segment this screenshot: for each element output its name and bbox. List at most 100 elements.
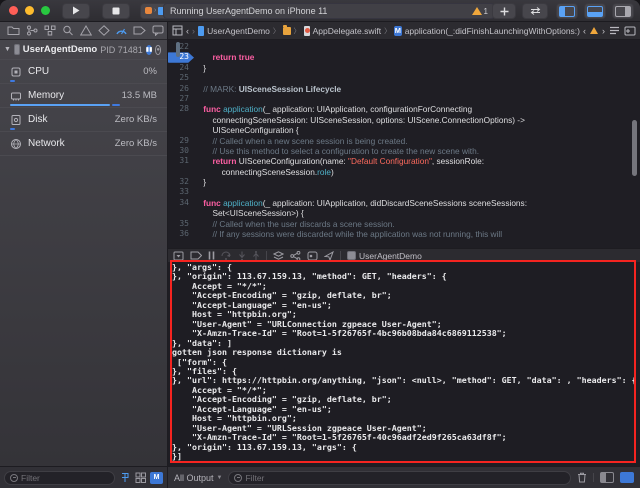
navigator-filter-field[interactable]: Filter — [4, 470, 115, 485]
code-line[interactable]: 24 } — [168, 63, 640, 73]
source-control-navigator-icon[interactable] — [24, 24, 39, 38]
disclosure-triangle-icon[interactable]: ▼ — [4, 46, 11, 53]
breadcrumb-symbol[interactable]: application(_:didFinishLaunchingWithOpti… — [405, 26, 580, 36]
stop-button[interactable] — [102, 2, 130, 19]
toggle-variables-view-icon[interactable] — [600, 472, 614, 483]
source-editor[interactable]: 22 23 return true 24 } 25 26 // MARK: UIScen… — [168, 40, 640, 248]
line-number[interactable]: 22 — [168, 42, 194, 52]
adjust-editor-options-icon[interactable] — [609, 26, 620, 35]
simulate-location-icon[interactable] — [324, 250, 334, 261]
code-line[interactable]: 31 return UISceneConfiguration(name: "De… — [168, 156, 640, 166]
report-navigator-icon[interactable] — [150, 24, 165, 38]
code-line[interactable]: 33 — [168, 187, 640, 197]
environment-overrides-icon[interactable] — [307, 251, 318, 261]
code-line[interactable]: 25 — [168, 73, 640, 83]
process-options-icon[interactable]: ● — [155, 44, 161, 55]
run-button[interactable] — [62, 2, 90, 19]
line-number[interactable]: 27 — [168, 94, 194, 104]
code-line[interactable]: 28 func application(_ application: UIApp… — [168, 104, 640, 114]
activity-viewer[interactable]: Running UserAgentDemo on iPhone 11 1 — [163, 3, 495, 19]
gauge-row-cpu[interactable]: CPU 0% — [0, 59, 167, 83]
process-row[interactable]: ▼ UserAgentDemo PID 71481 ▮▮ ● — [0, 40, 167, 59]
toggle-navigator-button[interactable] — [556, 3, 578, 19]
code-line[interactable]: 22 — [168, 42, 640, 52]
close-window-button[interactable] — [9, 6, 18, 15]
line-number[interactable] — [168, 125, 194, 135]
line-number[interactable] — [168, 208, 194, 218]
code-line[interactable]: 29 // Called when a new scene session is… — [168, 136, 640, 146]
library-button[interactable] — [492, 3, 516, 19]
issue-navigator-icon[interactable] — [78, 24, 93, 38]
gauge-row-disk[interactable]: Disk Zero KB/s — [0, 107, 167, 131]
line-number[interactable]: 30 — [168, 146, 194, 156]
code-line[interactable]: 27 — [168, 94, 640, 104]
test-navigator-icon[interactable] — [96, 24, 111, 38]
console-filter-field[interactable]: Filter — [228, 470, 571, 485]
code-line[interactable]: Set<UISceneSession>) { — [168, 208, 640, 218]
code-line[interactable]: 32 } — [168, 177, 640, 187]
symbol-navigator-icon[interactable] — [42, 24, 57, 38]
go-back-button[interactable]: ‹ — [186, 26, 189, 36]
toggle-inspector-button[interactable] — [612, 3, 634, 19]
line-number[interactable]: 24 — [168, 63, 194, 73]
memory-graph-icon[interactable] — [290, 250, 301, 261]
code-line[interactable]: 34 func application(_ application: UIApp… — [168, 198, 640, 208]
next-issue-button[interactable]: › — [602, 26, 605, 36]
previous-issue-button[interactable]: ‹ — [583, 26, 586, 36]
code-line[interactable]: connectingSceneSession: UISceneSession, … — [168, 115, 640, 125]
toggle-debug-area-button[interactable] — [584, 3, 606, 19]
line-number[interactable]: 31 — [168, 156, 194, 166]
zoom-window-button[interactable] — [41, 6, 50, 15]
pause-execution-icon[interactable] — [208, 251, 215, 260]
go-forward-button[interactable]: › — [192, 26, 195, 36]
flag-filter-icon[interactable] — [118, 472, 131, 484]
warning-badge[interactable]: 1 — [471, 7, 488, 16]
line-number[interactable]: 25 — [168, 73, 194, 83]
related-items-icon[interactable] — [172, 25, 183, 36]
debug-console[interactable]: }, "args": {}, "origin": 113.67.159.13, … — [168, 262, 640, 466]
clear-console-icon[interactable] — [577, 472, 587, 483]
group-folder-icon[interactable] — [282, 24, 291, 35]
gauge-row-network[interactable]: Network Zero KB/s — [0, 131, 167, 155]
breakpoints-toggle-icon[interactable] — [190, 251, 202, 260]
code-line[interactable]: connectingSceneSession.role) — [168, 167, 640, 177]
pause-process-icon[interactable]: ▮▮ — [145, 44, 153, 55]
view-hierarchy-icon[interactable] — [273, 250, 284, 261]
line-number[interactable] — [168, 167, 194, 177]
console-scope-selector[interactable]: All Output ▼ — [174, 473, 222, 483]
code-line[interactable]: 30 // Use this method to select a config… — [168, 146, 640, 156]
line-number[interactable]: 33 — [168, 187, 194, 197]
line-number[interactable]: 29 — [168, 136, 194, 146]
debug-process-chip[interactable]: UserAgentDemo — [347, 251, 422, 261]
gauge-row-memory[interactable]: Memory 13.5 MB — [0, 83, 167, 107]
line-number[interactable]: 26 — [168, 84, 194, 94]
line-number[interactable]: 34 — [168, 198, 194, 208]
line-number[interactable]: 32 — [168, 177, 194, 187]
breakpoint-navigator-icon[interactable] — [132, 24, 147, 38]
grid-filter-icon[interactable] — [134, 472, 147, 484]
code-line[interactable]: 36 // If any sessions were discarded whi… — [168, 229, 640, 239]
find-navigator-icon[interactable] — [60, 24, 75, 38]
code-line[interactable]: 26 // MARK: UISceneSession Lifecycle — [168, 84, 640, 94]
code-line[interactable]: 35 // Called when the user discards a sc… — [168, 219, 640, 229]
memory-filter-icon[interactable]: M — [150, 471, 163, 484]
editor-scrollbar[interactable] — [632, 120, 637, 176]
editor-arrows-button[interactable] — [522, 3, 548, 19]
code-line[interactable]: 23 return true — [168, 52, 640, 63]
line-number[interactable] — [168, 115, 194, 125]
add-editor-icon[interactable] — [624, 26, 636, 36]
breakpoint-marker[interactable]: 23 — [168, 52, 194, 63]
debug-navigator-icon[interactable] — [114, 24, 129, 38]
step-into-icon[interactable] — [238, 251, 246, 261]
code-line[interactable]: UISceneConfiguration { — [168, 125, 640, 135]
toggle-console-view-icon[interactable] — [620, 472, 634, 483]
step-out-icon[interactable] — [252, 250, 260, 261]
line-number[interactable]: 36 — [168, 229, 194, 239]
minimize-window-button[interactable] — [25, 6, 34, 15]
line-number[interactable]: 35 — [168, 219, 194, 229]
breadcrumb-file[interactable]: AppDelegate.swift — [313, 26, 382, 36]
project-navigator-icon[interactable] — [6, 24, 21, 38]
hide-debug-area-icon[interactable] — [173, 251, 184, 261]
breadcrumb-project[interactable]: UserAgentDemo — [207, 26, 270, 36]
step-over-icon[interactable] — [221, 251, 232, 260]
